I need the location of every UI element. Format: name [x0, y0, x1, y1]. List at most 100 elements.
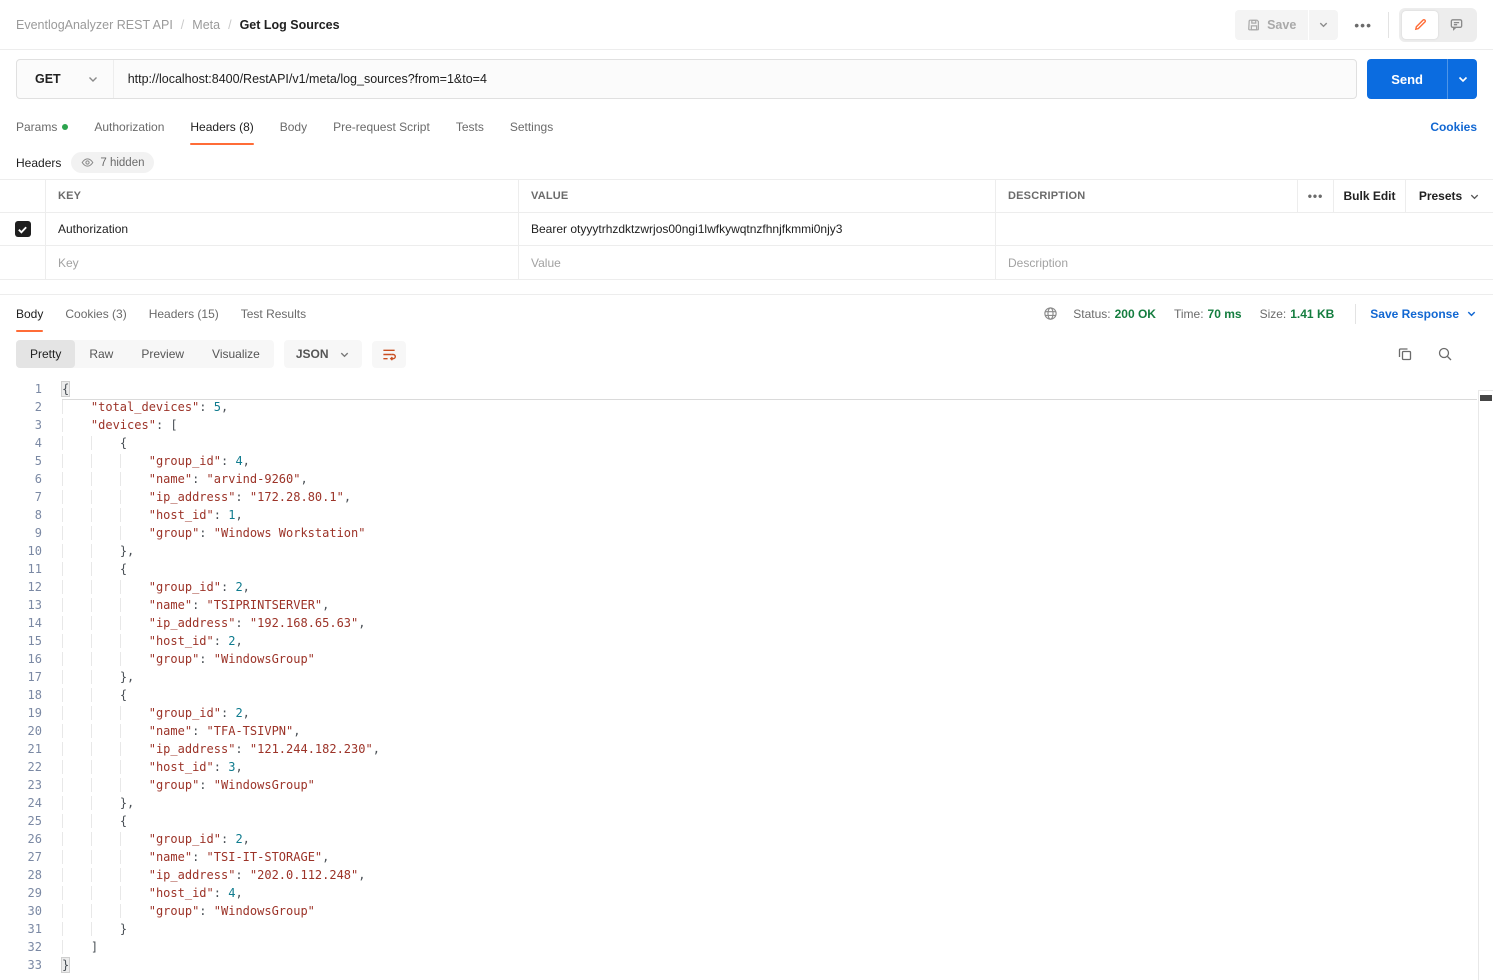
code-divider [62, 399, 1477, 400]
line-number: 14 [0, 614, 42, 632]
code-line-text: "group": "WindowsGroup" [42, 902, 315, 920]
header-value-field[interactable]: Bearer otyyytrhzdktzwrjos00ngi1lwfkywqtn… [518, 213, 995, 245]
code-line: 15 "host_id": 2, [0, 632, 1493, 650]
new-key-field[interactable]: Key [45, 246, 518, 279]
response-tab-cookies-3[interactable]: Cookies (3) [65, 295, 126, 332]
tab-authorization[interactable]: Authorization [94, 108, 164, 145]
send-split-button: Send [1367, 59, 1477, 99]
bulk-edit-button[interactable]: Bulk Edit [1333, 180, 1405, 212]
wrap-lines-button[interactable] [372, 341, 406, 368]
more-icon: ••• [1354, 17, 1372, 33]
workspace-topbar: EventlogAnalyzer REST API/Meta/Get Log S… [0, 0, 1493, 50]
tab-settings[interactable]: Settings [510, 108, 553, 145]
save-icon [1247, 18, 1261, 32]
line-number: 12 [0, 578, 42, 596]
code-line-text: { [42, 686, 127, 704]
code-line: 3 "devices": [ [0, 416, 1493, 434]
code-line: 24 }, [0, 794, 1493, 812]
code-line: 12 "group_id": 2, [0, 578, 1493, 596]
code-line-text: "name": "arvind-9260", [42, 470, 308, 488]
tab-params[interactable]: Params [16, 108, 68, 145]
breadcrumb-item-eventloganalyzer-rest-api[interactable]: EventlogAnalyzer REST API [16, 18, 173, 32]
url-container: GET http://localhost:8400/RestAPI/v1/met… [16, 59, 1357, 99]
chevron-down-icon [87, 73, 99, 85]
code-line-text: "host_id": 1, [42, 506, 243, 524]
code-line: 9 "group": "Windows Workstation" [0, 524, 1493, 542]
tab-pre-request-script[interactable]: Pre-request Script [333, 108, 430, 145]
breadcrumb-separator: / [181, 18, 184, 32]
table-more-button[interactable]: ••• [1297, 180, 1333, 212]
format-dropdown[interactable]: JSON [284, 340, 362, 368]
code-line-text: { [42, 560, 127, 578]
more-actions-button[interactable]: ••• [1348, 11, 1378, 39]
code-line-text: "group": "WindowsGroup" [42, 776, 315, 794]
breadcrumb-item-meta[interactable]: Meta [192, 18, 220, 32]
response-tools [1395, 344, 1477, 364]
view-mode-pretty[interactable]: Pretty [16, 340, 75, 368]
line-number: 24 [0, 794, 42, 812]
presets-dropdown[interactable]: Presets [1405, 180, 1493, 212]
cookies-link[interactable]: Cookies [1430, 120, 1477, 134]
response-body-viewer[interactable]: 1{2 "total_devices": 5,3 "devices": [4 {… [0, 380, 1493, 980]
hidden-headers-label: 7 hidden [100, 157, 144, 169]
tab-headers-8[interactable]: Headers (8) [190, 108, 253, 145]
eye-icon [81, 156, 94, 169]
code-line: 28 "ip_address": "202.0.112.248", [0, 866, 1493, 884]
chevron-down-icon [1457, 73, 1469, 85]
network-info-button[interactable] [1041, 304, 1060, 323]
code-line-text: "ip_address": "202.0.112.248", [42, 866, 366, 884]
code-line: 22 "host_id": 3, [0, 758, 1493, 776]
line-number: 1 [0, 380, 42, 398]
line-number: 32 [0, 938, 42, 956]
code-line-text: ] [42, 938, 98, 956]
line-number: 8 [0, 506, 42, 524]
code-line-text: "group_id": 2, [42, 704, 250, 722]
response-tab-test-results[interactable]: Test Results [241, 295, 306, 332]
response-tab-body[interactable]: Body [16, 295, 43, 332]
new-value-field[interactable]: Value [518, 246, 995, 279]
line-number: 4 [0, 434, 42, 452]
response-tab-headers-15[interactable]: Headers (15) [149, 295, 219, 332]
response-toolbar: PrettyRawPreviewVisualize JSON [0, 332, 1493, 376]
code-line-text: { [42, 812, 127, 830]
save-options-button[interactable] [1309, 10, 1338, 40]
code-line-text: "host_id": 2, [42, 632, 243, 650]
edit-mode-button[interactable] [1402, 11, 1438, 39]
scrollbar-thumb[interactable] [1480, 395, 1492, 401]
send-button[interactable]: Send [1367, 59, 1447, 99]
code-line: 6 "name": "arvind-9260", [0, 470, 1493, 488]
send-options-button[interactable] [1447, 59, 1477, 99]
view-mode-visualize[interactable]: Visualize [198, 340, 274, 368]
time-badge: Time: 70 ms [1169, 307, 1247, 321]
search-response-button[interactable] [1435, 344, 1455, 364]
new-description-field[interactable]: Description [995, 246, 1493, 279]
code-line-text: { [42, 434, 127, 452]
header-key-field[interactable]: Authorization [45, 213, 518, 245]
hidden-headers-toggle[interactable]: 7 hidden [71, 152, 154, 173]
response-tabs-bar: BodyCookies (3)Headers (15)Test Results … [0, 294, 1493, 332]
url-input[interactable]: http://localhost:8400/RestAPI/v1/meta/lo… [114, 72, 1357, 86]
save-response-dropdown[interactable]: Save Response [1355, 304, 1477, 324]
comments-button[interactable] [1438, 11, 1474, 39]
view-mode-raw[interactable]: Raw [75, 340, 127, 368]
save-button[interactable]: Save [1235, 10, 1308, 40]
presets-label: Presets [1419, 189, 1462, 203]
method-select[interactable]: GET [17, 60, 114, 98]
line-number: 7 [0, 488, 42, 506]
topbar-divider [1388, 12, 1389, 38]
tab-tests[interactable]: Tests [456, 108, 484, 145]
vertical-scrollbar[interactable] [1478, 390, 1493, 980]
breadcrumb-item-get-log-sources[interactable]: Get Log Sources [240, 18, 340, 32]
view-mode-preview[interactable]: Preview [127, 340, 198, 368]
copy-icon [1397, 346, 1413, 362]
line-number: 19 [0, 704, 42, 722]
tab-body[interactable]: Body [280, 108, 307, 145]
status-badge: Status: 200 OK [1068, 307, 1161, 321]
code-line-text: "group": "Windows Workstation" [42, 524, 365, 542]
code-line: 18 { [0, 686, 1493, 704]
row-checkbox[interactable] [15, 221, 31, 237]
header-description-field[interactable] [995, 213, 1493, 245]
chevron-down-icon [1466, 308, 1477, 319]
copy-response-button[interactable] [1395, 344, 1415, 364]
topbar-actions: Save ••• [1235, 8, 1477, 42]
